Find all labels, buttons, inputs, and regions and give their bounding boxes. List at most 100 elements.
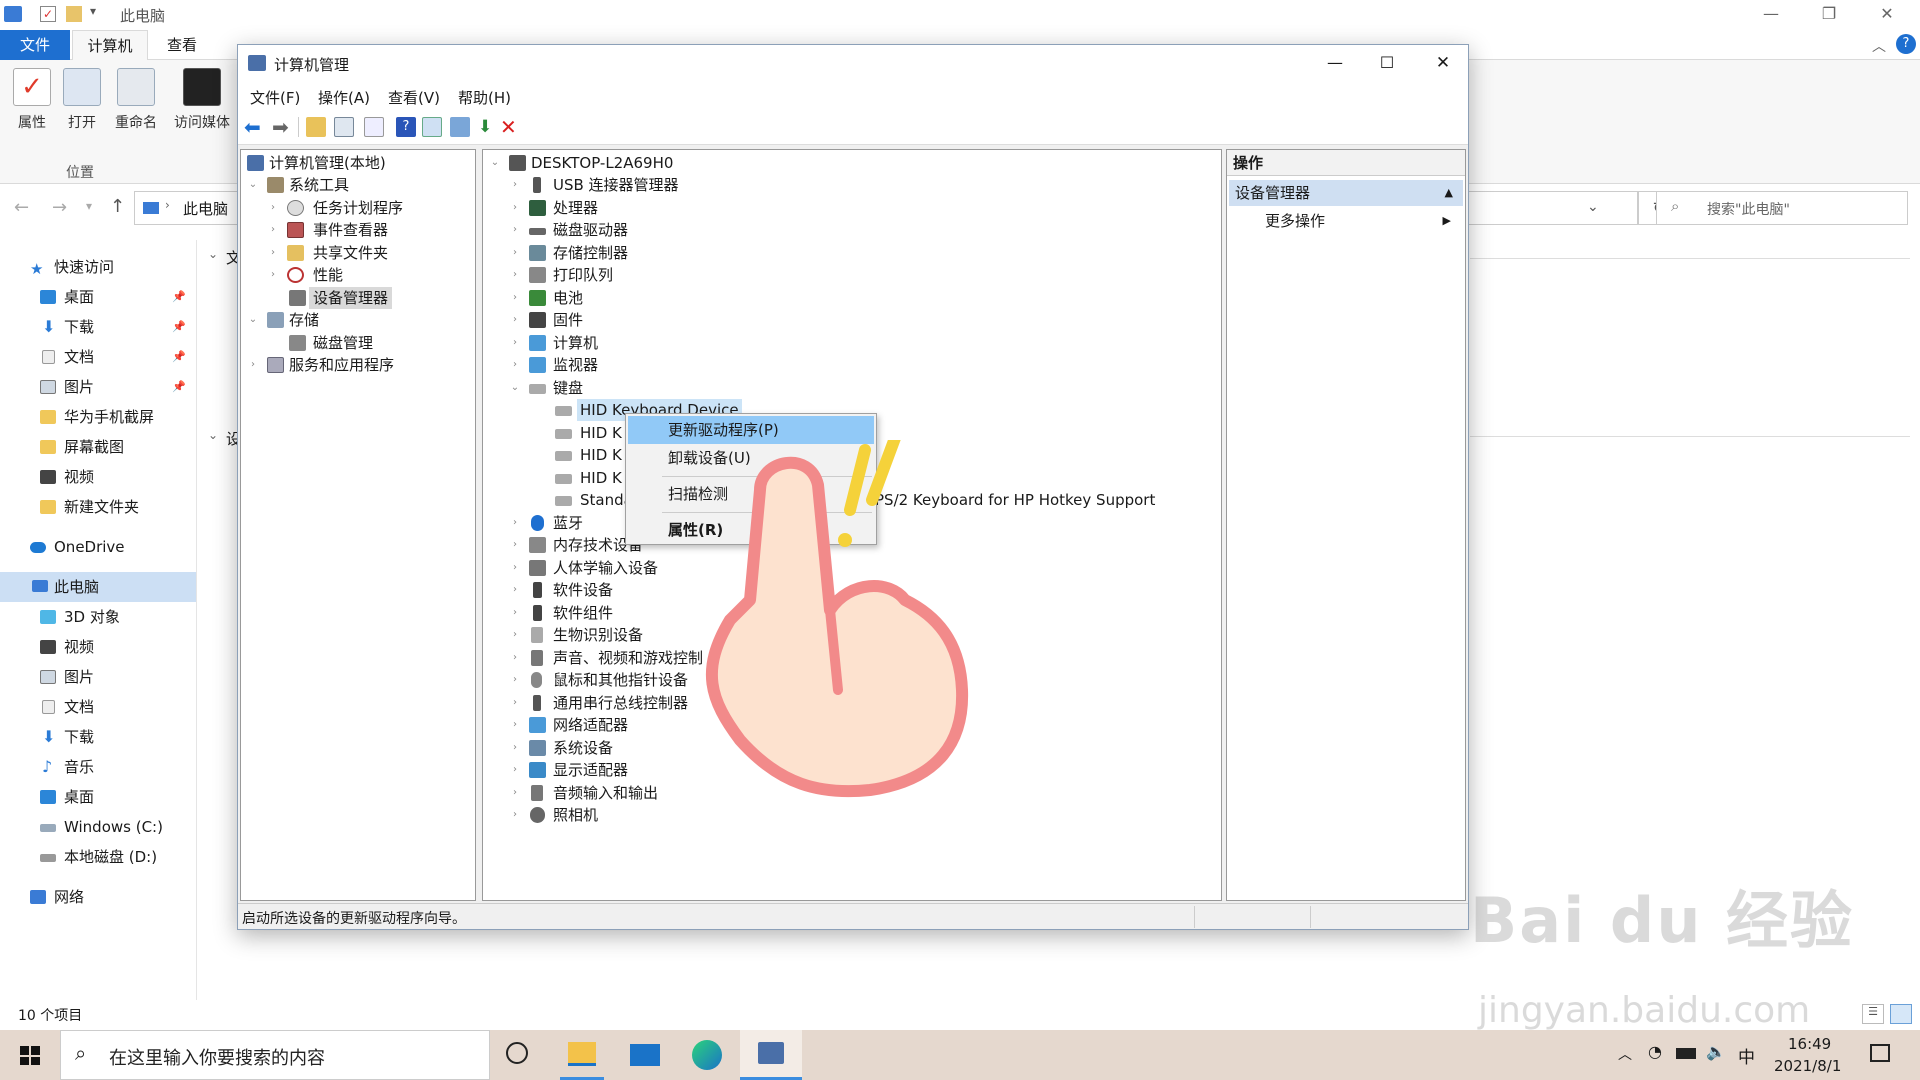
address-box-right[interactable]: ⌄ bbox=[1468, 191, 1638, 225]
collapsed-chevron-icon[interactable]: › bbox=[509, 714, 521, 736]
collapsed-chevron-icon[interactable]: › bbox=[509, 264, 521, 286]
nav-downloads[interactable]: ⬇ 下载 📌 bbox=[0, 312, 196, 342]
menu-view[interactable]: 查看(V) bbox=[388, 87, 440, 108]
pin-icon[interactable]: 📌 bbox=[172, 312, 186, 342]
up-icon[interactable]: ↑ bbox=[110, 196, 125, 217]
nav-pc-pictures[interactable]: 图片 bbox=[0, 662, 196, 692]
pin-icon[interactable]: 📌 bbox=[172, 372, 186, 402]
actions-more-actions[interactable]: 更多操作 ▶ bbox=[1229, 208, 1463, 234]
tab-file[interactable]: 文件 bbox=[0, 30, 70, 60]
show-hidden-icons[interactable]: ︿ bbox=[1618, 1044, 1632, 1064]
collapsed-chevron-icon[interactable]: › bbox=[509, 332, 521, 354]
nav-drive-d[interactable]: 本地磁盘 (D:) bbox=[0, 842, 196, 872]
collapse-up-icon[interactable]: ▲ bbox=[1445, 180, 1453, 206]
file-explorer-taskbar-icon[interactable] bbox=[568, 1042, 596, 1066]
collapsed-chevron-icon[interactable]: › bbox=[509, 534, 521, 556]
mmc-close-button[interactable]: ✕ bbox=[1416, 49, 1470, 79]
collapsed-chevron-icon[interactable]: › bbox=[509, 804, 521, 826]
explorer-minimize-button[interactable]: — bbox=[1742, 0, 1800, 30]
nav-videos[interactable]: 视频 bbox=[0, 462, 196, 492]
explorer-restore-button[interactable]: ❐ bbox=[1800, 0, 1858, 30]
qat-folder-icon[interactable] bbox=[66, 6, 82, 22]
nav-music[interactable]: ♪ 音乐 bbox=[0, 752, 196, 782]
nav-desktop[interactable]: 桌面 📌 bbox=[0, 282, 196, 312]
ribbon-properties-button[interactable]: ✓ 属性 bbox=[6, 68, 58, 132]
clock-time[interactable]: 16:49 bbox=[1788, 1035, 1831, 1053]
collapsed-chevron-icon[interactable]: › bbox=[509, 309, 521, 331]
mail-taskbar-icon[interactable] bbox=[630, 1044, 660, 1066]
nav-network[interactable]: 网络 bbox=[0, 882, 196, 912]
collapsed-chevron-icon[interactable]: › bbox=[509, 692, 521, 714]
nav-quick-access[interactable]: ★ 快速访问 bbox=[0, 252, 196, 282]
explorer-close-button[interactable]: ✕ bbox=[1858, 0, 1916, 30]
ribbon-access-media-button[interactable]: 访问媒体 bbox=[168, 68, 236, 132]
qat-dropdown-icon[interactable]: ▾ bbox=[90, 4, 96, 18]
expanded-chevron-icon[interactable]: ⌄ bbox=[247, 309, 259, 331]
menu-file[interactable]: 文件(F) bbox=[250, 87, 300, 108]
address-dropdown-icon[interactable]: ⌄ bbox=[1587, 199, 1599, 215]
details-view-icon[interactable]: ☰ bbox=[1862, 1004, 1884, 1024]
nav-this-pc[interactable]: 此电脑 bbox=[0, 572, 196, 602]
menu-action[interactable]: 操作(A) bbox=[318, 87, 370, 108]
computer-management-taskbar-item[interactable] bbox=[740, 1030, 802, 1080]
volume-icon[interactable]: 🔈 bbox=[1706, 1042, 1726, 1061]
collapsed-chevron-icon[interactable]: › bbox=[509, 602, 521, 624]
collapsed-chevron-icon[interactable]: › bbox=[509, 647, 521, 669]
uninstall-icon[interactable]: ✕ bbox=[500, 117, 520, 137]
ribbon-collapse-icon[interactable]: ︿ bbox=[1872, 36, 1886, 56]
collapsed-chevron-icon[interactable]: › bbox=[509, 737, 521, 759]
edge-taskbar-icon[interactable] bbox=[692, 1040, 722, 1070]
tab-computer[interactable]: 计算机 bbox=[72, 30, 148, 60]
mmc-minimize-button[interactable]: — bbox=[1312, 49, 1358, 79]
nav-3d-objects[interactable]: 3D 对象 bbox=[0, 602, 196, 632]
help-icon[interactable]: ? bbox=[1896, 34, 1916, 54]
collapsed-chevron-icon[interactable]: › bbox=[267, 197, 279, 219]
tiles-view-icon[interactable] bbox=[1890, 1004, 1912, 1024]
clock-date[interactable]: 2021/8/1 bbox=[1774, 1057, 1841, 1075]
collapsed-chevron-icon[interactable]: › bbox=[509, 759, 521, 781]
nav-screenshots[interactable]: 屏幕截图 bbox=[0, 432, 196, 462]
wifi-icon[interactable]: ◔ bbox=[1648, 1042, 1662, 1061]
forward-icon[interactable]: → bbox=[52, 197, 67, 218]
expanded-chevron-icon[interactable]: ⌄ bbox=[509, 377, 521, 399]
action-pane-icon[interactable] bbox=[422, 117, 442, 137]
collapsed-chevron-icon[interactable]: › bbox=[509, 219, 521, 241]
nav-pictures[interactable]: 图片 📌 bbox=[0, 372, 196, 402]
menu-help[interactable]: 帮助(H) bbox=[458, 87, 511, 108]
collapsed-chevron-icon[interactable]: › bbox=[509, 242, 521, 264]
nav-onedrive[interactable]: OneDrive bbox=[0, 532, 196, 562]
up-folder-icon[interactable] bbox=[306, 117, 326, 137]
taskbar-search-box[interactable]: ⌕ 在这里输入你要搜索的内容 bbox=[60, 1030, 490, 1080]
back-arrow-icon[interactable]: ⬅ bbox=[244, 117, 264, 137]
actions-section-device-manager[interactable]: 设备管理器 ▲ bbox=[1229, 180, 1463, 206]
collapsed-chevron-icon[interactable]: › bbox=[509, 782, 521, 804]
nav-huawei-screenshots[interactable]: 华为手机截屏 bbox=[0, 402, 196, 432]
show-hide-tree-icon[interactable] bbox=[334, 117, 354, 137]
ime-indicator[interactable]: 中 bbox=[1738, 1043, 1755, 1068]
export-list-icon[interactable] bbox=[364, 117, 384, 137]
nav-pc-documents[interactable]: 文档 bbox=[0, 692, 196, 722]
collapsed-chevron-icon[interactable]: › bbox=[509, 557, 521, 579]
pin-icon[interactable]: 📌 bbox=[172, 282, 186, 312]
breadcrumb-this-pc[interactable]: 此电脑 bbox=[183, 198, 228, 219]
search-box[interactable]: ⌕ 搜索"此电脑" bbox=[1656, 191, 1908, 225]
collapsed-chevron-icon[interactable]: › bbox=[509, 624, 521, 646]
collapsed-chevron-icon[interactable]: › bbox=[509, 579, 521, 601]
collapsed-chevron-icon[interactable]: › bbox=[509, 197, 521, 219]
task-view-icon[interactable] bbox=[506, 1042, 528, 1064]
collapsed-chevron-icon[interactable]: › bbox=[509, 669, 521, 691]
nav-pc-desktop[interactable]: 桌面 bbox=[0, 782, 196, 812]
search-input[interactable]: 搜索"此电脑" bbox=[1707, 199, 1790, 219]
address-box[interactable]: › 此电脑 bbox=[134, 191, 240, 225]
collapsed-chevron-icon[interactable]: › bbox=[267, 264, 279, 286]
notification-icon[interactable] bbox=[1870, 1044, 1890, 1062]
mmc-maximize-button[interactable]: ☐ bbox=[1358, 49, 1416, 79]
battery-icon[interactable] bbox=[1676, 1048, 1696, 1059]
collapsed-chevron-icon[interactable]: › bbox=[267, 219, 279, 241]
collapsed-chevron-icon[interactable]: › bbox=[267, 242, 279, 264]
qat-properties-icon[interactable]: ✓ bbox=[40, 6, 56, 22]
ribbon-open-button[interactable]: 打开 bbox=[56, 68, 108, 132]
collapsed-chevron-icon[interactable]: › bbox=[509, 287, 521, 309]
ribbon-rename-button[interactable]: 重命名 bbox=[106, 68, 166, 132]
recent-dropdown-icon[interactable]: ▾ bbox=[86, 199, 92, 213]
